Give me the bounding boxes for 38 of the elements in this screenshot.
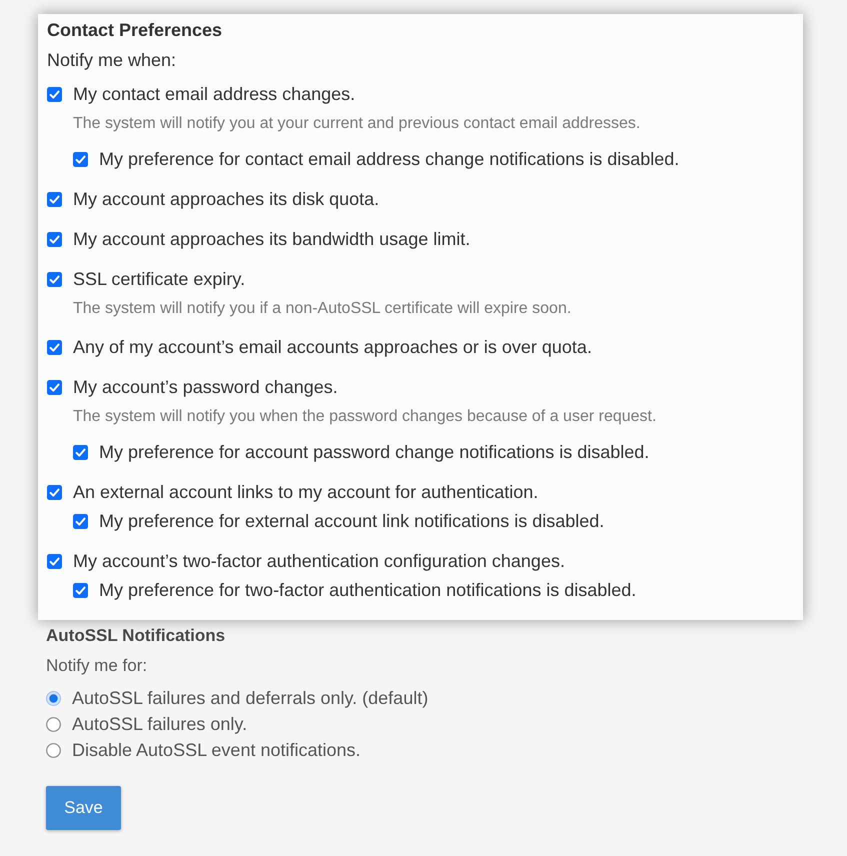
checkbox[interactable] <box>47 484 62 500</box>
checkbox[interactable] <box>73 444 88 460</box>
option-label: My account approaches its disk quota. <box>73 188 380 211</box>
option-label: AutoSSL failures and deferrals only. (default) <box>72 687 428 710</box>
option-label: Any of my account’s email accounts approaches or is over quota. <box>73 336 592 359</box>
option-label: SSL certificate expiry. <box>73 268 246 291</box>
option-label: Disable AutoSSL event notifications. <box>72 739 361 762</box>
section-heading: Contact Preferences <box>47 19 222 42</box>
checkbox[interactable] <box>47 86 62 102</box>
option-label: My preference for account password change notifications is disabled. <box>99 441 650 464</box>
checkbox[interactable] <box>47 340 62 354</box>
checkbox[interactable] <box>47 380 62 394</box>
radio-button[interactable] <box>46 716 61 732</box>
section-heading: AutoSSL Notifications <box>46 625 226 647</box>
section-intro: Notify me when: <box>47 49 176 72</box>
radio-button[interactable] <box>46 690 61 706</box>
option-label: My account’s two-factor authentication configuration changes. <box>73 550 565 573</box>
option-description: The system will notify you if a non-AutoSSL certificate will expire soon. <box>73 299 572 319</box>
option-label: My account’s password changes. <box>73 376 338 399</box>
checkbox[interactable] <box>47 192 62 206</box>
checkbox[interactable] <box>73 582 88 598</box>
radio-button[interactable] <box>46 742 61 758</box>
option-label: My contact email address changes. <box>73 83 356 106</box>
save-button[interactable]: Save <box>46 786 121 830</box>
option-label: My preference for external account link notifications is disabled. <box>99 510 604 533</box>
section-intro: Notify me for: <box>46 655 148 677</box>
option-label: AutoSSL failures only. <box>72 713 248 736</box>
option-label: My preference for contact email address change notifications is disabled. <box>99 148 680 171</box>
checkbox[interactable] <box>73 514 88 528</box>
option-label: My preference for two-factor authentication notifications is disabled. <box>99 579 636 602</box>
option-label: My account approaches its bandwidth usage limit. <box>73 228 470 251</box>
checkbox[interactable] <box>47 272 62 286</box>
checkbox[interactable] <box>47 554 62 568</box>
option-description: The system will notify you when the password changes because of a user request. <box>73 407 656 427</box>
checkbox[interactable] <box>47 232 62 246</box>
option-label: An external account links to my account for authentication. <box>73 481 538 504</box>
option-description: The system will notify you at your current and previous contact email addresses. <box>73 114 640 134</box>
checkbox[interactable] <box>73 152 88 166</box>
